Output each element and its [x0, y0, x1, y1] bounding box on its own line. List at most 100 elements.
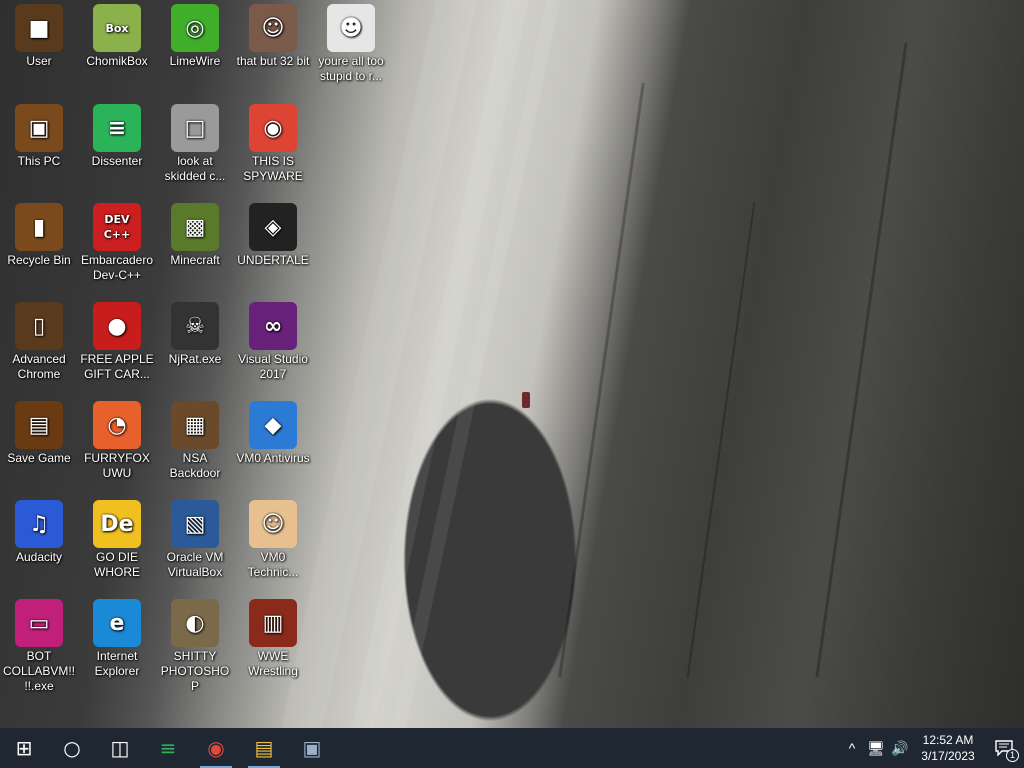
desktop-icon-label: SHITTY PHOTOSHOP — [160, 649, 230, 693]
user-folder-icon: ■ — [15, 4, 63, 52]
app-icon: ▣ — [302, 736, 322, 760]
desktop-icon[interactable]: ◈ UNDERTALE — [234, 203, 312, 268]
desktop-icon-label: NjRat.exe — [168, 352, 222, 366]
desktop-icon-label: FREE APPLE GIFT CAR... — [80, 352, 154, 381]
desktop-icon-label: FURRYFOX UWU — [84, 451, 150, 480]
system-tray: ^ 🖥 🔊 12:52 AM 3/17/2023 1 — [840, 728, 1024, 768]
chomikbox-icon: Box — [93, 4, 141, 52]
network-icon[interactable]: 🖥 — [864, 728, 888, 768]
desktop-icon[interactable]: ≡ Dissenter — [78, 104, 156, 169]
desktop-icon[interactable]: ▥ WWE Wrestling — [234, 599, 312, 679]
save-game-icon: ▤ — [15, 401, 63, 449]
desktop-icon[interactable]: ◐ SHITTY PHOTOSHOP — [156, 599, 234, 694]
windows-icon: ⊞ — [15, 736, 33, 760]
folder-icon: ▤ — [254, 736, 274, 760]
desktop-icon[interactable]: ▦ NSA Backdoor — [156, 401, 234, 481]
dissenter-icon: ≡ — [93, 104, 141, 152]
desktop-icon-label: BOT COLLABVM!!!!.exe — [2, 649, 76, 693]
desktop-icon[interactable]: ◆ VM0 Antivirus — [234, 401, 312, 466]
recycle-bin-icon: ▮ — [15, 203, 63, 251]
desktop-icon[interactable]: DEV C++ Embarcadero Dev-C++ — [78, 203, 156, 283]
desktop-icon-label: GO DIE WHORE — [94, 550, 140, 579]
bw-portrait-icon: ☻ — [327, 4, 375, 52]
desktop-icon-label: User — [26, 54, 52, 68]
desktop-icon[interactable]: ∞ Visual Studio 2017 — [234, 302, 312, 382]
desktop-icon[interactable]: ☻ youre all too stupid to r... — [312, 4, 390, 84]
desktop-icon-label: VM0 Technic... — [247, 550, 299, 579]
desktop-icon-label: Save Game — [7, 451, 71, 465]
desktop-icon[interactable]: ♫ Audacity — [0, 500, 78, 565]
desktop-icon[interactable]: ▩ Minecraft — [156, 203, 234, 268]
clock-time: 12:52 AM — [922, 733, 974, 747]
app-taskbar-button[interactable]: ▣ — [288, 728, 336, 768]
desktop-icon[interactable]: ▧ Oracle VM VirtualBox — [156, 500, 234, 580]
desktop-icon-label: Advanced Chrome — [12, 352, 66, 381]
wardrobe-icon: ▯ — [15, 302, 63, 350]
dissenter-icon: ≡ — [159, 736, 177, 760]
desktop-icon[interactable]: ◔ FURRYFOX UWU — [78, 401, 156, 481]
desktop-icon[interactable]: ☠ NjRat.exe — [156, 302, 234, 367]
chrome-icon: ◉ — [207, 736, 225, 760]
taskbar: ⊞ ○ ◫ ≡ ◉ ▤ ▣ ^ 🖥 🔊 12:52 AM 3/17/2023 1 — [0, 728, 1024, 768]
apple-icon: ● — [93, 302, 141, 350]
this-pc-icon: ▣ — [15, 104, 63, 152]
audacity-icon: ♫ — [15, 500, 63, 548]
desktop-icon-label: that but 32 bit — [236, 54, 310, 68]
desktop-icon-label: THIS IS SPYWARE — [243, 154, 303, 183]
desktop-icon[interactable]: ☺ VM0 Technic... — [234, 500, 312, 580]
desktop-icon-label: Embarcadero Dev-C++ — [80, 253, 154, 282]
show-hidden-icons-chevron[interactable]: ^ — [840, 728, 864, 768]
file-explorer-button[interactable]: ▤ — [240, 728, 288, 768]
desktop-icon[interactable]: Box ChomikBox — [78, 4, 156, 69]
desktop-icon-label: Visual Studio 2017 — [238, 352, 308, 381]
desktop-icon-label: Audacity — [15, 550, 63, 564]
desktop-icon[interactable]: ◎ LimeWire — [156, 4, 234, 69]
notification-count-badge: 1 — [1006, 749, 1019, 762]
desktop-icon[interactable]: ◉ THIS IS SPYWARE — [234, 104, 312, 184]
desktop-icon-label: look at skidded c... — [164, 154, 226, 183]
desktop-icon-label: youre all too stupid to r... — [318, 54, 384, 83]
desktop-icon-label: VM0 Antivirus — [236, 451, 310, 465]
desktop-icon-label: Minecraft — [170, 253, 220, 267]
desktop-icon-label: This PC — [17, 154, 61, 168]
task-view-icon: ◫ — [110, 736, 130, 760]
edge-icon: e — [93, 599, 141, 647]
dissenter-taskbar-button[interactable]: ≡ — [144, 728, 192, 768]
desktop-icon-label: Dissenter — [91, 154, 143, 168]
desktop-icon[interactable]: ■ User — [0, 4, 78, 69]
desktop-icon[interactable]: ● FREE APPLE GIFT CAR... — [78, 302, 156, 382]
desktop-icon[interactable]: ▣ This PC — [0, 104, 78, 169]
desktop-icon[interactable]: De GO DIE WHORE — [78, 500, 156, 580]
monitor-icon: ▭ — [15, 599, 63, 647]
chrome-icon: ◉ — [249, 104, 297, 152]
devcpp-icon: DEV C++ — [93, 203, 141, 251]
visual-studio-icon: ∞ — [249, 302, 297, 350]
chrome-taskbar-button[interactable]: ◉ — [192, 728, 240, 768]
desktop-icon[interactable]: ☺ that but 32 bit — [234, 4, 312, 69]
clock[interactable]: 12:52 AM 3/17/2023 — [912, 732, 984, 764]
de-icon: De — [93, 500, 141, 548]
desktop-icon[interactable]: ▮ Recycle Bin — [0, 203, 78, 268]
action-center-button[interactable]: 1 — [984, 728, 1024, 768]
volume-icon[interactable]: 🔊 — [888, 728, 912, 768]
desktop-icon[interactable]: ▯ Advanced Chrome — [0, 302, 78, 382]
desktop-icon[interactable]: e Internet Explorer — [78, 599, 156, 679]
desktop-icon-label: NSA Backdoor — [169, 451, 221, 480]
desktop-icon[interactable]: ▤ Save Game — [0, 401, 78, 466]
limewire-icon: ◎ — [171, 4, 219, 52]
shield-icon: ◆ — [249, 401, 297, 449]
wwe-icon: ▥ — [249, 599, 297, 647]
desktop-icon[interactable]: □ look at skidded c... — [156, 104, 234, 184]
firefox-icon: ◔ — [93, 401, 141, 449]
desktop-icon[interactable]: ▭ BOT COLLABVM!!!!.exe — [0, 599, 78, 694]
skull-icon: ☠ — [171, 302, 219, 350]
files-icon: □ — [171, 104, 219, 152]
search-button[interactable]: ○ — [48, 728, 96, 768]
cortana-icon: ○ — [63, 736, 81, 760]
desktop-icon-label: Oracle VM VirtualBox — [166, 550, 224, 579]
start-button[interactable]: ⊞ — [0, 728, 48, 768]
technician-icon: ☺ — [249, 500, 297, 548]
desktop-icon-label: ChomikBox — [86, 54, 148, 68]
task-view-button[interactable]: ◫ — [96, 728, 144, 768]
desktop-icon-label: UNDERTALE — [237, 253, 309, 267]
